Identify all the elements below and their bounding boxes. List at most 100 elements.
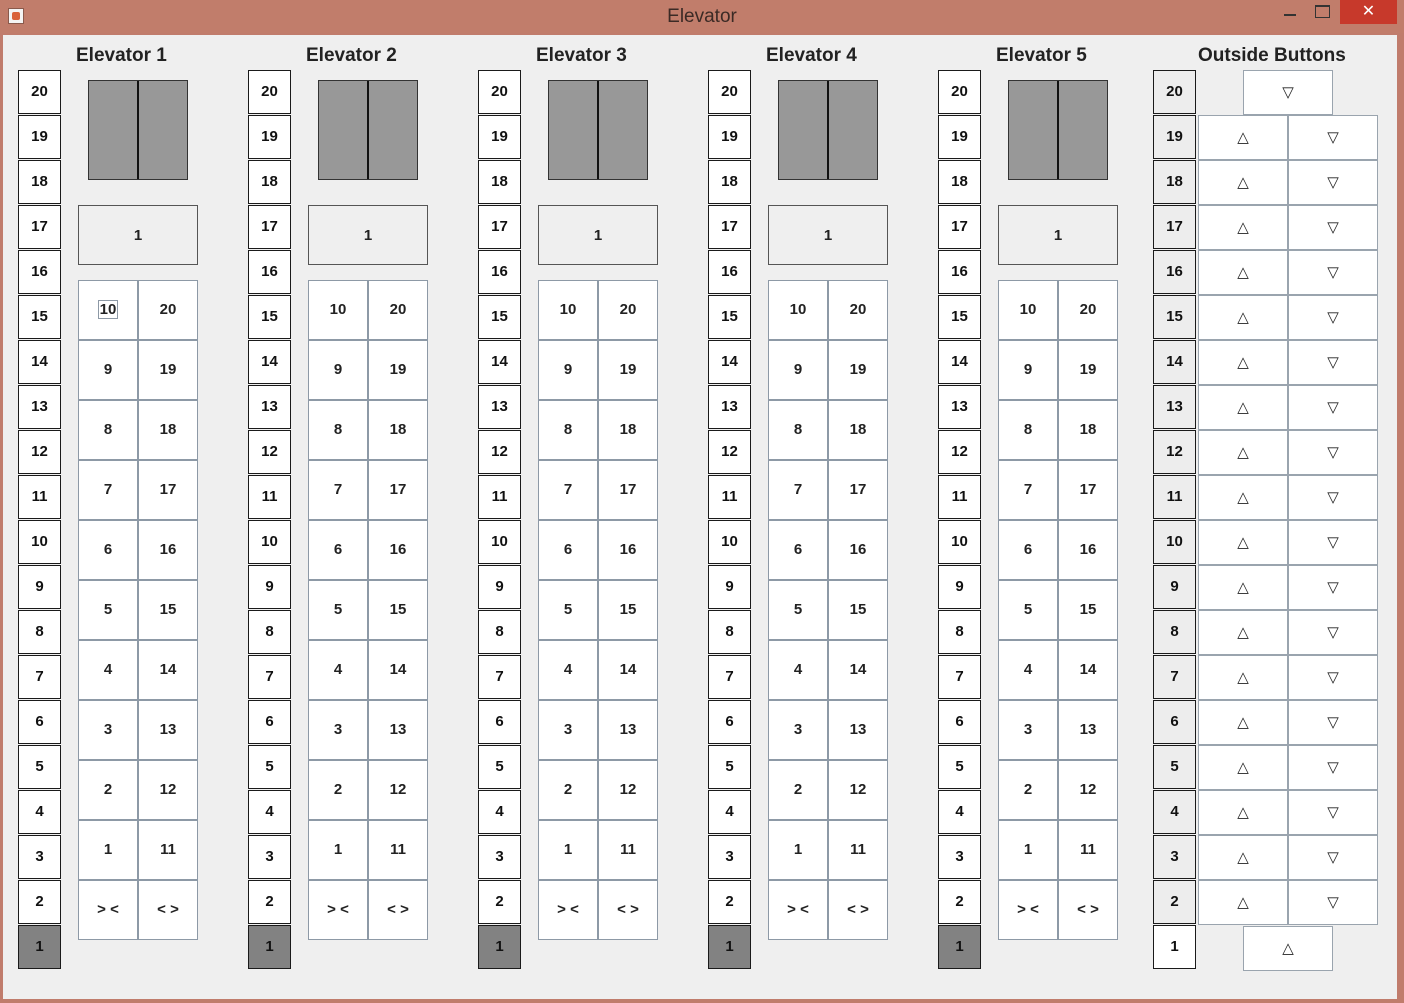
floor-button[interactable]: 18 — [828, 400, 888, 460]
floor-button[interactable]: 7 — [308, 460, 368, 520]
down-call-button[interactable]: ▽ — [1288, 610, 1378, 655]
down-call-button[interactable]: ▽ — [1288, 205, 1378, 250]
floor-button[interactable]: 11 — [368, 820, 428, 880]
up-call-button[interactable]: △ — [1198, 790, 1288, 835]
floor-button[interactable]: 16 — [138, 520, 198, 580]
floor-button[interactable]: 15 — [598, 580, 658, 640]
floor-button[interactable]: 1 — [998, 820, 1058, 880]
floor-button[interactable]: 15 — [828, 580, 888, 640]
up-call-button[interactable]: △ — [1198, 655, 1288, 700]
floor-button[interactable]: 3 — [538, 700, 598, 760]
open-door-button[interactable]: < > — [828, 880, 888, 940]
up-call-button[interactable]: △ — [1198, 340, 1288, 385]
floor-button[interactable]: 1 — [78, 820, 138, 880]
down-call-button[interactable]: ▽ — [1288, 295, 1378, 340]
floor-button[interactable]: 8 — [78, 400, 138, 460]
down-call-button[interactable]: ▽ — [1243, 70, 1333, 115]
floor-button[interactable]: 5 — [78, 580, 138, 640]
floor-button[interactable]: 9 — [998, 340, 1058, 400]
floor-button[interactable]: 17 — [828, 460, 888, 520]
floor-button[interactable]: 11 — [598, 820, 658, 880]
floor-button[interactable]: 13 — [1058, 700, 1118, 760]
floor-button[interactable]: 7 — [78, 460, 138, 520]
floor-button[interactable]: 6 — [998, 520, 1058, 580]
open-door-button[interactable]: < > — [598, 880, 658, 940]
up-call-button[interactable]: △ — [1198, 610, 1288, 655]
floor-button[interactable]: 12 — [598, 760, 658, 820]
close-door-button[interactable]: > < — [538, 880, 598, 940]
floor-button[interactable]: 6 — [78, 520, 138, 580]
floor-button[interactable]: 12 — [828, 760, 888, 820]
close-button[interactable]: ✕ — [1340, 0, 1397, 24]
floor-button[interactable]: 15 — [1058, 580, 1118, 640]
floor-button[interactable]: 19 — [1058, 340, 1118, 400]
floor-button[interactable]: 11 — [138, 820, 198, 880]
floor-button[interactable]: 3 — [768, 700, 828, 760]
up-call-button[interactable]: △ — [1198, 700, 1288, 745]
down-call-button[interactable]: ▽ — [1288, 745, 1378, 790]
floor-button[interactable]: 8 — [308, 400, 368, 460]
floor-button[interactable]: 19 — [598, 340, 658, 400]
down-call-button[interactable]: ▽ — [1288, 475, 1378, 520]
floor-button[interactable]: 17 — [368, 460, 428, 520]
floor-button[interactable]: 11 — [828, 820, 888, 880]
floor-button[interactable]: 19 — [138, 340, 198, 400]
close-door-button[interactable]: > < — [308, 880, 368, 940]
up-call-button[interactable]: △ — [1198, 880, 1288, 925]
floor-button[interactable]: 2 — [78, 760, 138, 820]
floor-button[interactable]: 4 — [308, 640, 368, 700]
floor-button[interactable]: 20 — [828, 280, 888, 340]
down-call-button[interactable]: ▽ — [1288, 655, 1378, 700]
floor-button[interactable]: 19 — [368, 340, 428, 400]
floor-button[interactable]: 9 — [78, 340, 138, 400]
floor-button[interactable]: 17 — [598, 460, 658, 520]
floor-button[interactable]: 1 — [768, 820, 828, 880]
floor-button[interactable]: 7 — [538, 460, 598, 520]
down-call-button[interactable]: ▽ — [1288, 115, 1378, 160]
floor-button[interactable]: 18 — [138, 400, 198, 460]
close-door-button[interactable]: > < — [998, 880, 1058, 940]
floor-button[interactable]: 13 — [368, 700, 428, 760]
floor-button[interactable]: 3 — [998, 700, 1058, 760]
floor-button[interactable]: 9 — [768, 340, 828, 400]
floor-button[interactable]: 14 — [368, 640, 428, 700]
floor-button[interactable]: 14 — [828, 640, 888, 700]
floor-button[interactable]: 6 — [308, 520, 368, 580]
floor-button[interactable]: 2 — [538, 760, 598, 820]
close-door-button[interactable]: > < — [768, 880, 828, 940]
down-call-button[interactable]: ▽ — [1288, 565, 1378, 610]
up-call-button[interactable]: △ — [1198, 115, 1288, 160]
floor-button[interactable]: 5 — [768, 580, 828, 640]
floor-button[interactable]: 17 — [1058, 460, 1118, 520]
down-call-button[interactable]: ▽ — [1288, 160, 1378, 205]
open-door-button[interactable]: < > — [368, 880, 428, 940]
floor-button[interactable]: 3 — [78, 700, 138, 760]
floor-button[interactable]: 8 — [998, 400, 1058, 460]
up-call-button[interactable]: △ — [1198, 160, 1288, 205]
up-call-button[interactable]: △ — [1198, 250, 1288, 295]
down-call-button[interactable]: ▽ — [1288, 385, 1378, 430]
floor-button[interactable]: 16 — [598, 520, 658, 580]
up-call-button[interactable]: △ — [1198, 565, 1288, 610]
floor-button[interactable]: 9 — [538, 340, 598, 400]
up-call-button[interactable]: △ — [1198, 205, 1288, 250]
up-call-button[interactable]: △ — [1198, 745, 1288, 790]
minimize-button[interactable] — [1276, 0, 1304, 24]
floor-button[interactable]: 15 — [138, 580, 198, 640]
floor-button[interactable]: 16 — [1058, 520, 1118, 580]
down-call-button[interactable]: ▽ — [1288, 520, 1378, 565]
floor-button[interactable]: 10 — [78, 280, 138, 340]
floor-button[interactable]: 6 — [538, 520, 598, 580]
floor-button[interactable]: 2 — [998, 760, 1058, 820]
floor-button[interactable]: 20 — [138, 280, 198, 340]
floor-button[interactable]: 4 — [538, 640, 598, 700]
floor-button[interactable]: 20 — [368, 280, 428, 340]
floor-button[interactable]: 18 — [368, 400, 428, 460]
floor-button[interactable]: 20 — [1058, 280, 1118, 340]
down-call-button[interactable]: ▽ — [1288, 835, 1378, 880]
floor-button[interactable]: 2 — [768, 760, 828, 820]
down-call-button[interactable]: ▽ — [1288, 880, 1378, 925]
floor-button[interactable]: 6 — [768, 520, 828, 580]
floor-button[interactable]: 13 — [138, 700, 198, 760]
floor-button[interactable]: 12 — [138, 760, 198, 820]
